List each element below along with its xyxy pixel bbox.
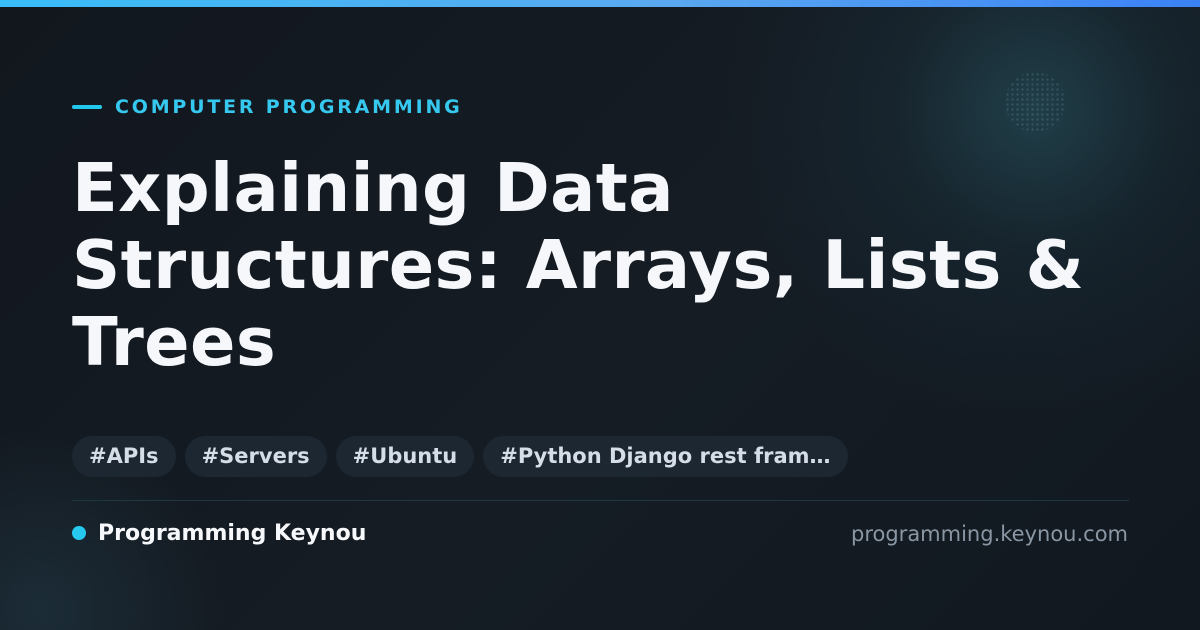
brand-row: Programming Keynou [72, 518, 366, 548]
brand-dot-icon [72, 526, 86, 540]
category-label: COMPUTER PROGRAMMING [115, 96, 463, 118]
category-row: COMPUTER PROGRAMMING [72, 94, 463, 120]
site-url[interactable]: programming.keynou.com [851, 520, 1128, 548]
tag-ubuntu[interactable]: #Ubuntu [335, 436, 475, 477]
tag-apis[interactable]: #APIs [72, 436, 176, 477]
tag-python-django-rest-framework[interactable]: #Python Django rest fram… [483, 436, 848, 477]
footer-divider [72, 500, 1129, 501]
article-title: Explaining Data Structures: Arrays, List… [72, 149, 1085, 381]
tag-servers[interactable]: #Servers [184, 436, 327, 477]
top-accent-bar [0, 0, 1200, 7]
social-preview-card: COMPUTER PROGRAMMING Explaining Data Str… [0, 0, 1200, 630]
tag-list: #APIs #Servers #Ubuntu #Python Django re… [72, 436, 848, 477]
brand-name: Programming Keynou [98, 520, 367, 546]
dot-pattern-icon [1005, 72, 1065, 132]
category-line-icon [72, 105, 102, 109]
